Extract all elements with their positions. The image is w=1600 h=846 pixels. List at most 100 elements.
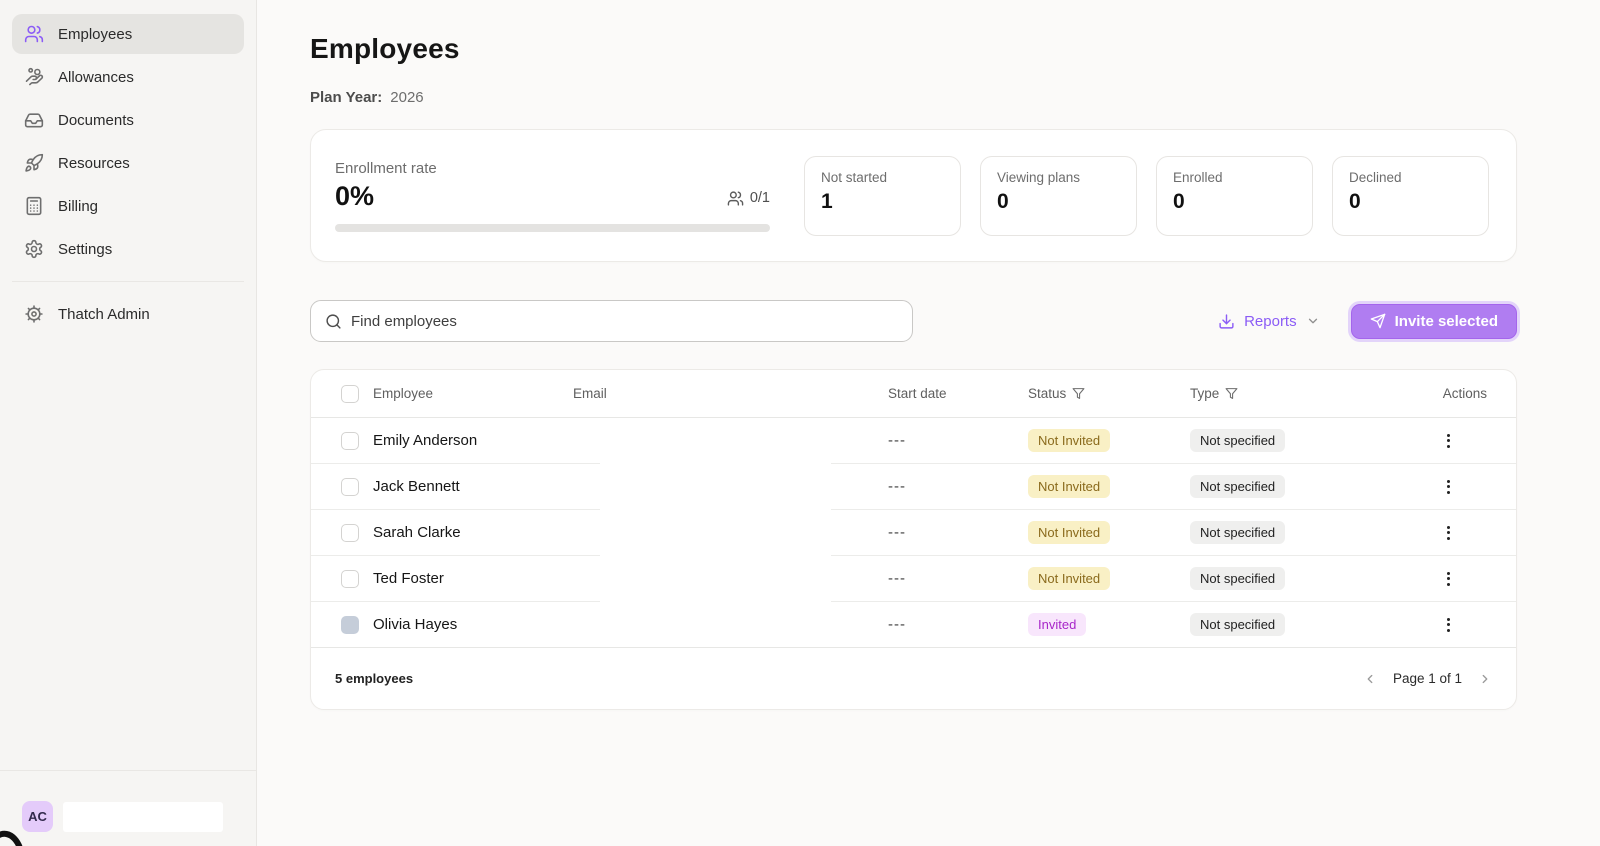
type-badge: Not specified xyxy=(1190,521,1285,544)
table-body: Emily Anderson --- Not Invited Not speci… xyxy=(311,418,1516,648)
sidebar-item-documents[interactable]: Documents xyxy=(12,100,244,140)
user-name-redacted xyxy=(63,802,223,832)
kebab-menu-icon[interactable] xyxy=(1443,522,1454,544)
start-date: --- xyxy=(888,432,1028,449)
status-stat-cards: Not started 1 Viewing plans 0 Enrolled 0… xyxy=(804,156,1489,236)
stat-value: 0 xyxy=(1349,190,1472,214)
rocket-icon xyxy=(24,153,44,173)
sidebar-item-resources[interactable]: Resources xyxy=(12,143,244,183)
sidebar-item-label: Documents xyxy=(58,112,134,129)
row-checkbox[interactable] xyxy=(341,432,359,450)
enrollment-count-value: 0/1 xyxy=(750,190,770,206)
search-input[interactable] xyxy=(351,313,898,330)
sidebar-item-label: Employees xyxy=(58,26,132,43)
column-header-type[interactable]: Type xyxy=(1190,386,1395,401)
table-footer: 5 employees Page 1 of 1 xyxy=(311,648,1516,709)
employee-name: Jack Bennett xyxy=(373,478,573,495)
enrollment-count: 0/1 xyxy=(727,190,770,212)
main-content: Employees Plan Year:2026 Enrollment rate… xyxy=(257,0,1600,846)
cog-icon xyxy=(24,304,44,324)
type-badge: Not specified xyxy=(1190,613,1285,636)
table-row[interactable]: Sarah Clarke --- Not Invited Not specifi… xyxy=(311,510,1516,556)
start-date: --- xyxy=(888,616,1028,633)
employee-name: Ted Foster xyxy=(373,570,573,587)
row-checkbox[interactable] xyxy=(341,570,359,588)
users-icon xyxy=(727,190,744,207)
status-badge: Not Invited xyxy=(1028,567,1110,590)
sidebar-item-allowances[interactable]: Allowances xyxy=(12,57,244,97)
stat-value: 0 xyxy=(997,190,1120,214)
column-header-employee: Employee xyxy=(373,386,573,401)
employee-name: Olivia Hayes xyxy=(373,616,573,633)
reports-button[interactable]: Reports xyxy=(1218,313,1320,330)
enrollment-card: Enrollment rate 0% 0/1 Not started 1 Vie… xyxy=(310,129,1517,262)
page-title: Employees xyxy=(310,33,1517,65)
sidebar: Employees Allowances Documents Resources… xyxy=(0,0,257,846)
sidebar-nav: Employees Allowances Documents Resources… xyxy=(0,0,256,334)
row-checkbox[interactable] xyxy=(341,524,359,542)
kebab-menu-icon[interactable] xyxy=(1443,430,1454,452)
kebab-menu-icon[interactable] xyxy=(1443,614,1454,636)
chevron-right-icon[interactable] xyxy=(1478,672,1492,686)
sidebar-item-billing[interactable]: Billing xyxy=(12,186,244,226)
reports-label: Reports xyxy=(1244,313,1297,330)
sidebar-item-employees[interactable]: Employees xyxy=(12,14,244,54)
sidebar-item-settings[interactable]: Settings xyxy=(12,229,244,269)
stat-value: 1 xyxy=(821,190,944,214)
filter-funnel-icon[interactable] xyxy=(1072,387,1085,400)
table-row[interactable]: Emily Anderson --- Not Invited Not speci… xyxy=(311,418,1516,464)
stat-value: 0 xyxy=(1173,190,1296,214)
table-row[interactable]: Jack Bennett --- Not Invited Not specifi… xyxy=(311,464,1516,510)
employee-name: Sarah Clarke xyxy=(373,524,573,541)
email-redaction-overlay xyxy=(600,418,831,647)
sidebar-item-label: Resources xyxy=(58,155,130,172)
page-indicator: Page 1 of 1 xyxy=(1393,671,1462,686)
sidebar-divider xyxy=(12,281,244,282)
stat-label: Not started xyxy=(821,170,944,185)
chevron-left-icon[interactable] xyxy=(1363,672,1377,686)
status-badge: Not Invited xyxy=(1028,429,1110,452)
row-checkbox[interactable] xyxy=(341,478,359,496)
sidebar-item-thatch-admin[interactable]: Thatch Admin xyxy=(12,294,244,334)
gear-icon xyxy=(24,239,44,259)
search-box[interactable] xyxy=(310,300,913,342)
filter-funnel-icon[interactable] xyxy=(1225,387,1238,400)
table-row[interactable]: Ted Foster --- Not Invited Not specified xyxy=(311,556,1516,602)
sidebar-item-label: Thatch Admin xyxy=(58,306,150,323)
enrollment-rate-value: 0% xyxy=(335,181,374,212)
stat-card-enrolled: Enrolled 0 xyxy=(1156,156,1313,236)
employees-table: Employee Email Start date Status Type Ac… xyxy=(310,369,1517,710)
search-icon xyxy=(325,313,342,330)
column-header-status[interactable]: Status xyxy=(1028,386,1190,401)
stat-label: Enrolled xyxy=(1173,170,1296,185)
column-header-email: Email xyxy=(573,386,888,401)
status-badge: Not Invited xyxy=(1028,521,1110,544)
table-row[interactable]: Olivia Hayes --- Invited Not specified xyxy=(311,602,1516,648)
stat-label: Declined xyxy=(1349,170,1472,185)
invite-selected-button[interactable]: Invite selected xyxy=(1351,304,1517,339)
users-icon xyxy=(24,24,44,44)
toolbar: Reports Invite selected xyxy=(310,300,1517,342)
column-header-start-date: Start date xyxy=(888,386,1028,401)
start-date: --- xyxy=(888,524,1028,541)
kebab-menu-icon[interactable] xyxy=(1443,568,1454,590)
stat-card-viewing-plans: Viewing plans 0 xyxy=(980,156,1137,236)
plan-year-label: Plan Year: xyxy=(310,89,382,106)
sidebar-item-label: Billing xyxy=(58,198,98,215)
enrollment-progress-bar xyxy=(335,224,770,232)
table-header-row: Employee Email Start date Status Type Ac… xyxy=(311,370,1516,418)
stat-card-declined: Declined 0 xyxy=(1332,156,1489,236)
calculator-icon xyxy=(24,196,44,216)
stat-card-not-started: Not started 1 xyxy=(804,156,961,236)
chevron-down-icon xyxy=(1306,314,1320,328)
hand-coins-icon xyxy=(24,67,44,87)
invite-selected-label: Invite selected xyxy=(1395,313,1498,330)
send-icon xyxy=(1370,313,1386,329)
status-badge: Not Invited xyxy=(1028,475,1110,498)
kebab-menu-icon[interactable] xyxy=(1443,476,1454,498)
sidebar-item-label: Allowances xyxy=(58,69,134,86)
start-date: --- xyxy=(888,478,1028,495)
select-all-checkbox[interactable] xyxy=(341,385,359,403)
avatar[interactable]: AC xyxy=(22,801,53,832)
row-checkbox[interactable] xyxy=(341,616,359,634)
